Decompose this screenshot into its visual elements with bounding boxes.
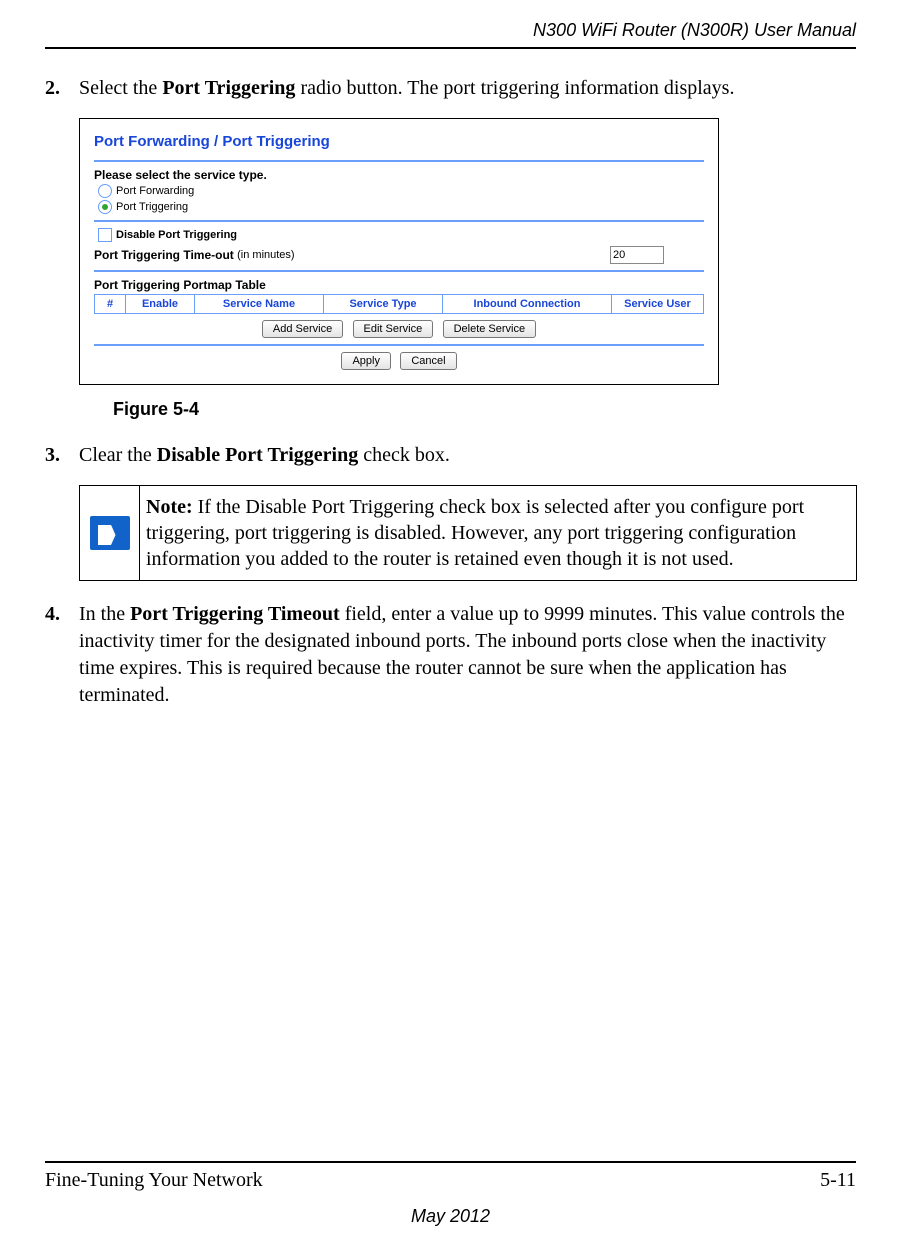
screenshot-panel: Port Forwarding / Port Triggering Please… — [79, 118, 719, 385]
radio-checked-icon — [98, 200, 112, 214]
footer-page-number: 5-11 — [820, 1169, 856, 1192]
select-service-type-label: Please select the service type. — [94, 168, 704, 182]
page-footer: Fine-Tuning Your Network 5-11 May 2012 — [45, 1161, 856, 1227]
panel-title: Port Forwarding / Port Triggering — [94, 133, 704, 150]
note-icon-cell — [80, 486, 140, 580]
step-3-body: Clear the Disable Port Triggering check … — [79, 442, 856, 469]
apply-cancel-row: Apply Cancel — [94, 352, 704, 370]
step-4-bold: Port Triggering Timeout — [130, 603, 340, 625]
divider — [94, 344, 704, 346]
figure-caption: Figure 5-4 — [113, 399, 856, 420]
apply-button[interactable]: Apply — [341, 352, 391, 370]
timeout-label: Port Triggering Time-out — [94, 248, 234, 262]
step-2: 2. Select the Port Triggering radio butt… — [45, 75, 856, 102]
footer-rule — [45, 1161, 856, 1163]
radio-port-triggering[interactable]: Port Triggering — [98, 200, 704, 214]
col-enable: Enable — [126, 295, 195, 314]
step-4-text-before: In the — [79, 603, 130, 625]
add-service-button[interactable]: Add Service — [262, 320, 343, 338]
manual-title: N300 WiFi Router (N300R) User Manual — [45, 20, 856, 41]
radio-port-triggering-label: Port Triggering — [116, 201, 188, 213]
delete-service-button[interactable]: Delete Service — [443, 320, 537, 338]
col-inbound: Inbound Connection — [443, 295, 612, 314]
step-3-number: 3. — [45, 442, 79, 469]
radio-unchecked-icon — [98, 184, 112, 198]
note-text: Note: If the Disable Port Triggering che… — [140, 486, 856, 580]
divider — [94, 270, 704, 272]
divider — [94, 220, 704, 222]
step-4: 4. In the Port Triggering Timeout field,… — [45, 601, 856, 709]
step-3-text-before: Clear the — [79, 444, 157, 466]
timeout-sub-label: (in minutes) — [237, 249, 294, 261]
footer-section: Fine-Tuning Your Network — [45, 1169, 263, 1192]
portmap-table: # Enable Service Name Service Type Inbou… — [94, 294, 704, 314]
step-3-bold: Disable Port Triggering — [157, 444, 358, 466]
col-service-user: Service User — [612, 295, 704, 314]
header-rule — [45, 47, 856, 49]
timeout-row: Port Triggering Time-out (in minutes) — [94, 246, 704, 264]
step-2-bold: Port Triggering — [162, 77, 295, 99]
step-2-text-after: radio button. The port triggering inform… — [295, 77, 734, 99]
radio-port-forwarding-label: Port Forwarding — [116, 185, 194, 197]
step-3-text-after: check box. — [358, 444, 450, 466]
radio-port-forwarding[interactable]: Port Forwarding — [98, 184, 704, 198]
portmap-title: Port Triggering Portmap Table — [94, 278, 704, 292]
note-body: If the Disable Port Triggering check box… — [146, 496, 804, 570]
note-box: Note: If the Disable Port Triggering che… — [79, 485, 857, 581]
step-4-body: In the Port Triggering Timeout field, en… — [79, 601, 856, 709]
note-label: Note: — [146, 496, 193, 518]
service-button-row: Add Service Edit Service Delete Service — [94, 320, 704, 338]
checkbox-icon — [98, 228, 112, 242]
step-4-number: 4. — [45, 601, 79, 709]
arrow-icon — [90, 516, 130, 550]
col-service-name: Service Name — [195, 295, 324, 314]
disable-port-triggering-label: Disable Port Triggering — [116, 229, 237, 241]
figure-5-4-wrap: Port Forwarding / Port Triggering Please… — [79, 118, 856, 420]
timeout-input[interactable] — [610, 246, 664, 264]
footer-date: May 2012 — [45, 1206, 856, 1227]
step-2-body: Select the Port Triggering radio button.… — [79, 75, 856, 102]
step-2-text-before: Select the — [79, 77, 162, 99]
cancel-button[interactable]: Cancel — [400, 352, 456, 370]
step-3: 3. Clear the Disable Port Triggering che… — [45, 442, 856, 469]
disable-port-triggering-row[interactable]: Disable Port Triggering — [98, 228, 704, 242]
edit-service-button[interactable]: Edit Service — [353, 320, 434, 338]
step-2-number: 2. — [45, 75, 79, 102]
col-service-type: Service Type — [324, 295, 443, 314]
divider — [94, 160, 704, 162]
col-num: # — [95, 295, 126, 314]
